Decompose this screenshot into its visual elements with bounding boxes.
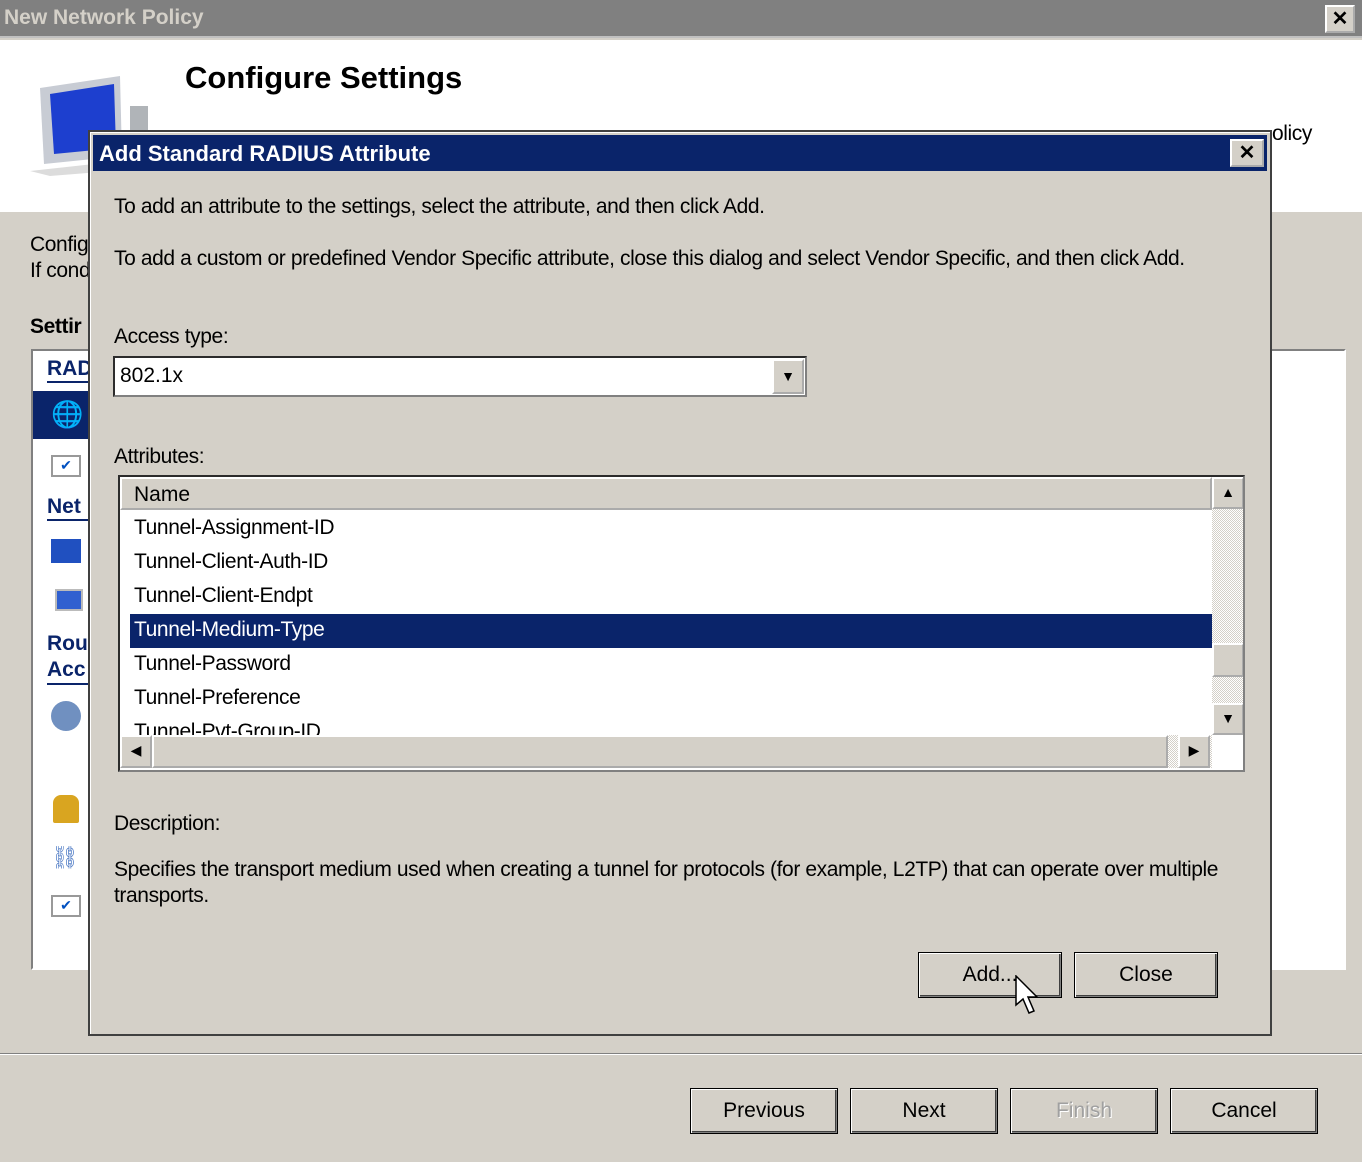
window-title: New Network Policy [4, 6, 204, 29]
attribute-list-item[interactable]: Tunnel-Password [130, 648, 1212, 682]
scroll-up-button[interactable]: ▲ [1212, 477, 1243, 509]
header-description: olicy [1272, 122, 1313, 145]
attribute-list-item[interactable]: Tunnel-Client-Endpt [130, 580, 1212, 614]
column-header-name[interactable]: Name [120, 477, 1212, 510]
arrow-up-icon: ▲ [1221, 484, 1235, 500]
attribute-list-item[interactable]: Tunnel-Preference [130, 682, 1212, 716]
column-name-label: Name [134, 483, 191, 506]
attribute-list-item[interactable]: Tunnel-Medium-Type [130, 614, 1212, 648]
dialog-close-button[interactable]: ✕ [1230, 139, 1264, 167]
add-radius-attribute-dialog: Add Standard RADIUS Attribute ✕ To add a… [88, 130, 1272, 1036]
computer-check-icon[interactable] [55, 589, 83, 611]
attributes-label: Attributes: [114, 445, 205, 468]
dialog-title-bar: Add Standard RADIUS Attribute [93, 135, 1267, 171]
horizontal-scrollbar[interactable]: ◀ ▶ [120, 735, 1212, 768]
scrollbar-thumb[interactable] [1212, 643, 1243, 677]
cancel-button[interactable]: Cancel [1170, 1088, 1318, 1134]
scroll-down-button[interactable]: ▼ [1212, 703, 1243, 735]
previous-button[interactable]: Previous [690, 1088, 838, 1134]
access-type-select[interactable]: 802.1x ▼ [113, 356, 807, 397]
lock-icon[interactable] [53, 795, 79, 823]
chevron-down-icon: ▼ [781, 368, 795, 384]
dropdown-button[interactable]: ▼ [772, 359, 804, 394]
settings-heading: Settir [30, 315, 82, 338]
arrow-right-icon: ▶ [1188, 742, 1200, 758]
scroll-right-button[interactable]: ▶ [1178, 735, 1210, 768]
access-type-value: 802.1x [120, 364, 184, 387]
checklist-icon[interactable]: ✔ [51, 455, 81, 477]
horizontal-scrollbar-thumb[interactable] [152, 735, 1168, 768]
close-button[interactable]: Close [1074, 952, 1218, 998]
checklist-icon[interactable]: ✔ [51, 895, 81, 917]
intro-line-2: If cond [30, 259, 91, 282]
window-close-button[interactable]: ✕ [1325, 5, 1355, 33]
page-title: Configure Settings [185, 60, 463, 95]
close-icon: ✕ [1331, 8, 1349, 30]
vertical-scrollbar[interactable]: ▲ ▼ [1212, 477, 1243, 735]
description-label: Description: [114, 812, 221, 835]
vendor-specific-text: To add a custom or predefined Vendor Spe… [114, 247, 1185, 270]
arrow-left-icon: ◀ [130, 742, 142, 758]
network-shield-icon[interactable] [51, 539, 81, 563]
intro-text: To add an attribute to the settings, sel… [114, 195, 765, 218]
section-access-label: Acc [47, 658, 86, 681]
description-text: Specifies the transport medium used when… [114, 858, 1219, 907]
arrow-down-icon: ▼ [1221, 710, 1235, 726]
access-type-label: Access type: [114, 325, 229, 348]
attributes-list[interactable]: Name Tunnel-Assignment-ID Tunnel-Client-A… [118, 475, 1245, 772]
globe-key-icon: 🌐 [51, 399, 84, 429]
attribute-list-item[interactable]: Tunnel-Assignment-ID [130, 512, 1212, 546]
dialog-title: Add Standard RADIUS Attribute [99, 141, 431, 166]
footer-divider [0, 1053, 1362, 1055]
finish-button[interactable]: Finish [1010, 1088, 1158, 1134]
close-icon: ✕ [1238, 142, 1256, 164]
pie-chart-icon[interactable] [51, 701, 81, 731]
mouse-cursor-icon [1015, 975, 1039, 1014]
section-routing-label: Rou [47, 632, 88, 655]
window-title-bar: New Network Policy [0, 0, 1362, 38]
scroll-left-button[interactable]: ◀ [120, 735, 152, 768]
intro-line-1: Config [30, 233, 89, 256]
attribute-list-item[interactable]: Tunnel-Client-Auth-ID [130, 546, 1212, 580]
next-button[interactable]: Next [850, 1088, 998, 1134]
settings-detail-panel [1268, 349, 1346, 970]
network-icon[interactable]: ⛓ [51, 845, 83, 873]
